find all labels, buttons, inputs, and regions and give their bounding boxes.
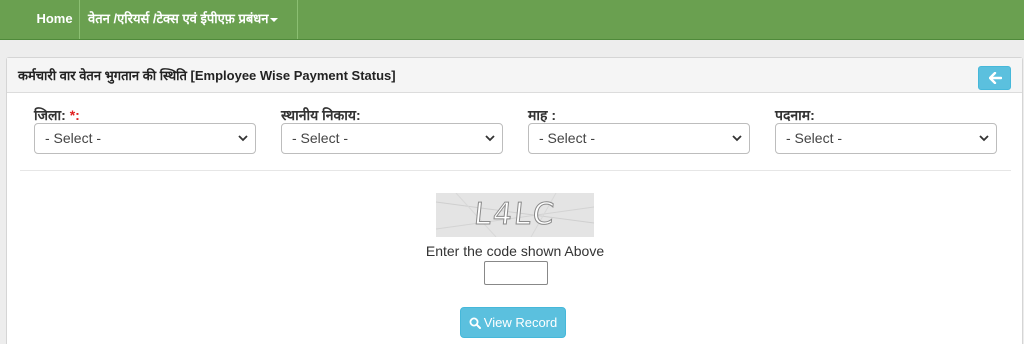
arrow-left-icon	[989, 72, 1002, 84]
view-record-label: View Record	[483, 315, 558, 330]
captcha-image: L4LC	[436, 193, 594, 237]
panel-heading: कर्मचारी वार वेतन भुगतान की स्थिति [Empl…	[7, 58, 1022, 93]
chevron-down-icon	[485, 135, 495, 142]
captcha-input[interactable]	[484, 261, 548, 285]
local-body-select-value: - Select -	[292, 130, 349, 146]
back-button[interactable]	[978, 66, 1011, 90]
view-record-button[interactable]: View Record	[460, 307, 566, 338]
captcha-hint: Enter the code shown Above	[425, 243, 605, 259]
chevron-down-icon	[732, 135, 742, 142]
chevron-down-icon	[238, 135, 248, 142]
nav-home-link[interactable]: Home	[30, 0, 80, 39]
designation-select-value: - Select -	[786, 130, 843, 146]
chevron-down-icon	[979, 135, 989, 142]
payment-status-panel: कर्मचारी वार वेतन भुगतान की स्थिति [Empl…	[6, 57, 1023, 344]
top-navbar: Home वेतन /एरियर्स /टेक्स एवं ईपीएफ़ प्र…	[0, 0, 1024, 40]
caret-down-icon	[270, 17, 279, 22]
nav-salary-menu[interactable]: वेतन /एरियर्स /टेक्स एवं ईपीएफ़ प्रबंधन	[80, 0, 298, 39]
designation-select[interactable]: - Select -	[775, 123, 997, 154]
search-icon	[469, 317, 481, 329]
district-select[interactable]: - Select -	[34, 123, 256, 154]
month-select[interactable]: - Select -	[528, 123, 750, 154]
required-mark: *:	[69, 107, 80, 123]
page-title: कर्मचारी वार वेतन भुगतान की स्थिति [Empl…	[18, 68, 396, 83]
month-select-value: - Select -	[539, 130, 596, 146]
local-body-select[interactable]: - Select -	[281, 123, 503, 154]
nav-salary-menu-label: वेतन /एरियर्स /टेक्स एवं ईपीएफ़ प्रबंधन	[88, 11, 269, 26]
district-select-value: - Select -	[45, 130, 102, 146]
captcha-code: L4LC	[472, 197, 558, 233]
divider	[20, 170, 1011, 171]
district-label-text: जिला:	[34, 107, 66, 123]
